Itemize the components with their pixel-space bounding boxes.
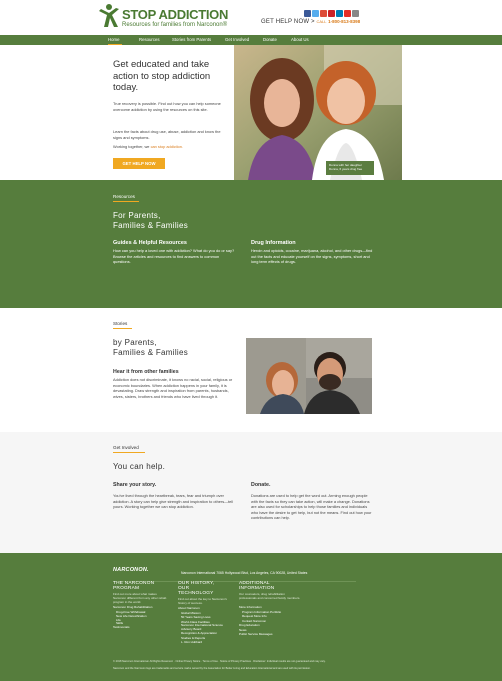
footer-copyright: © 2018 Narconon International. All Right… [113,660,326,663]
hero-photo-illustration [234,45,402,180]
hero-working-together: Working together, we can stop addiction. [113,144,225,150]
stories-title: by Parents, Families & Families [113,338,188,357]
resources-title-line2: Families & Families [113,220,189,230]
stories-label[interactable]: Stories [113,321,127,326]
nav-resources[interactable]: Resources [139,37,160,42]
nav-about-us[interactable]: About Us [291,37,309,42]
resources-title: For Parents, Families & Families [113,211,188,230]
get-involved-section: Get Involved You can help. Share your st… [0,432,502,553]
story-photo [246,338,372,414]
stories-title-line2: Families & Families [113,347,189,357]
footer-program-heading: THE NARCONON PROGRAM [113,581,154,591]
pinterest-icon[interactable] [328,10,335,17]
drug-info-heading[interactable]: Drug Information [251,240,296,246]
footer-additional-text: Our counselors, drug rehabilitation prof… [239,592,301,600]
get-involved-label-underline [113,452,145,453]
footer-additional-heading: ADDITIONAL INFORMATION [239,581,274,591]
footer-history-heading: OUR HISTORY, OUR TECHNOLOGY [178,581,214,596]
get-involved-title: You can help. [113,462,166,471]
get-involved-label[interactable]: Get Involved [113,445,139,450]
story-photo-illustration [246,338,372,414]
email-icon[interactable] [352,10,359,17]
nav-donate[interactable]: Donate [263,37,277,42]
site-header: STOP ADDICTION Resources for families fr… [0,0,502,35]
google-plus-icon[interactable] [320,10,327,17]
stories-heading[interactable]: Hear it from other families [113,369,179,375]
footer-history-text: Find out about the key to Narconon's his… [178,597,227,605]
footer-link[interactable]: Public Service Messages [239,632,281,637]
main-nav: Home Resources Stories from Parents Get … [0,35,502,45]
footer-link[interactable]: Narconon Drug Rehabilitation [113,605,152,610]
social-links [304,10,359,17]
hero-title: Get educated and take action to stop add… [113,59,211,93]
footer-program-heading-line2: PROGRAM [113,586,140,591]
footer-link[interactable]: Testimonials [113,625,152,630]
donate-text: Donations are used to help get the word … [251,493,372,521]
hero-section: Get educated and take action to stop add… [0,45,502,180]
get-help-callout[interactable]: GET HELP NOW > CALL 1-800-813-8398 [261,19,360,25]
nav-stories-from-parents[interactable]: Stories from Parents [172,37,211,42]
footer-additional-links: More Information Program Information Por… [239,605,281,637]
facebook-icon[interactable] [304,10,311,17]
nav-get-involved[interactable]: Get Involved [225,37,249,42]
share-story-heading[interactable]: Share your story. [113,482,156,488]
stories-section: Stories by Parents, Families & Families … [0,308,502,432]
hero-facts: Learn the facts about drug use, abuse, a… [113,129,221,140]
nav-home[interactable]: Home [108,37,119,42]
hero-photo-caption: Donna with her daughter Donna, 6 years d… [326,161,374,175]
footer-trademark: Narconon and the Narconon logo are trade… [113,667,311,670]
donate-heading[interactable]: Donate. [251,482,270,488]
guides-heading[interactable]: Guides & Helpful Resources [113,240,187,246]
hero-intro: True recovery is possible. Find out how … [113,101,221,112]
site-footer: NARCONON. Narconon International 7065 Ho… [0,553,502,681]
footer-link[interactable]: L. Ron Hubbard [178,640,228,645]
footer-link[interactable]: Narconon International Science Advisory … [178,623,228,631]
footer-additional-heading-line2: INFORMATION [239,586,275,591]
brand-tagline: Resources for families from Narconon® [122,22,228,28]
youtube-icon[interactable] [344,10,351,17]
footer-history-links: About Narconon Global Mission 50 Years S… [178,606,228,645]
resources-title-line1: For Parents, [113,211,161,220]
phone-number[interactable]: 1-800-813-8398 [328,19,360,24]
site-logo[interactable]: STOP ADDICTION Resources for families fr… [96,3,276,31]
hero-working-prefix: Working together, we [113,144,150,149]
get-help-now-button[interactable]: GET HELP NOW [113,158,165,169]
get-help-label[interactable]: GET HELP NOW > [261,19,315,25]
twitter-icon[interactable] [312,10,319,17]
hero-caption-line2: Donna, 6 years drug free [329,167,363,172]
resources-label-underline [113,201,139,202]
stories-text: Addiction does not discriminate, it know… [113,377,233,399]
footer-program-text: Find out more about what makes Narconon … [113,592,167,604]
resources-section: Resources For Parents, Families & Famili… [0,180,502,308]
drug-info-text: Heroin and opioids, cocaine, marijuana, … [251,248,373,265]
guides-text: How can you help a loved one with addict… [113,248,235,265]
call-label: CALL [316,19,327,24]
share-story-text: You've lived through the heartbreak, tea… [113,493,234,510]
brand-name: STOP ADDICTION [122,7,229,22]
footer-history-heading-line3: TECHNOLOGY [178,591,214,596]
narconon-logo[interactable]: NARCONON. [113,567,149,573]
stories-label-underline [113,328,132,329]
hero-working-highlight: can stop addiction. [150,144,184,149]
footer-program-links: Narconon Drug Rehabilitation Drug-Free W… [113,605,152,629]
stories-title-line1: by Parents, [113,338,157,347]
stop-addiction-logo-icon [99,4,119,27]
footer-address: Narconon International 7065 Hollywood Bl… [181,571,308,575]
resources-label[interactable]: Resources [113,194,135,199]
linkedin-icon[interactable] [336,10,343,17]
hero-photo [234,45,402,180]
